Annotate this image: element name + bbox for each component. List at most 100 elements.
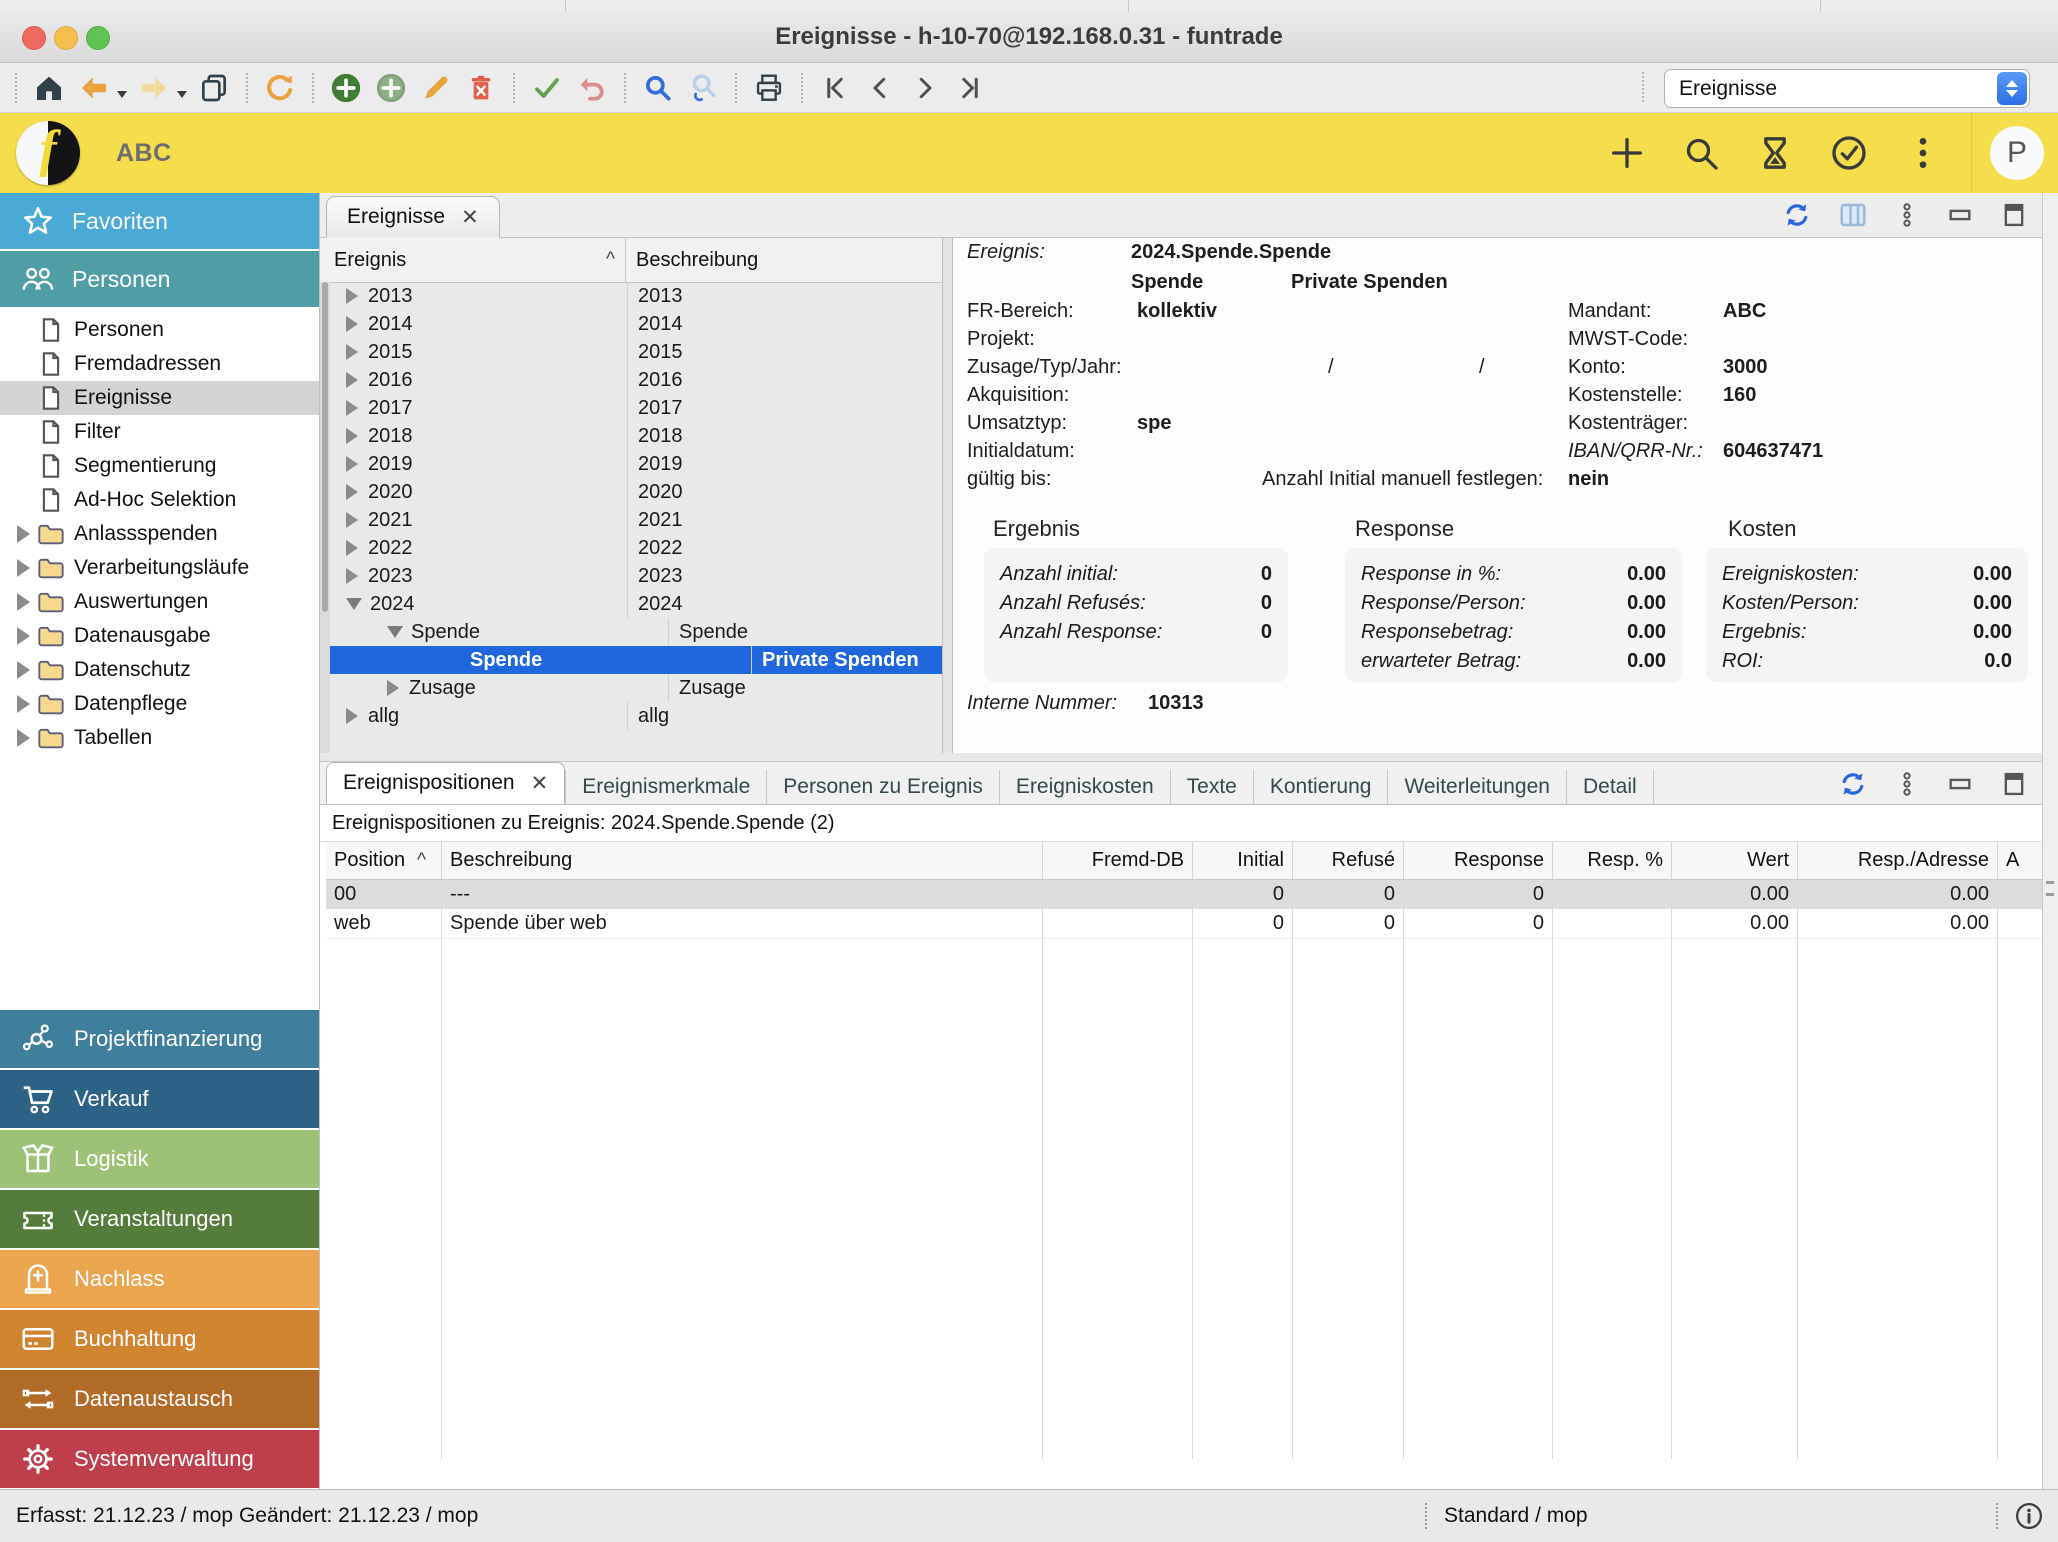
tab-ereignisse[interactable]: Ereignisse ✕ — [326, 196, 500, 238]
expand-icon[interactable] — [346, 400, 358, 416]
last-record-button[interactable] — [952, 70, 988, 106]
col-a[interactable]: A — [1998, 842, 2042, 879]
maximize-panel-button[interactable] — [2000, 201, 2028, 229]
forward-history-dropdown[interactable] — [177, 91, 187, 98]
collapse-icon[interactable] — [387, 626, 403, 638]
expand-icon[interactable] — [17, 559, 30, 577]
expand-icon[interactable] — [17, 661, 30, 679]
table-row[interactable]: web Spende über web 0 0 0 0.00 0.00 — [326, 909, 2042, 939]
sidebar-module-systemverwaltung[interactable]: Systemverwaltung — [0, 1430, 319, 1488]
tree-scrollbar[interactable] — [320, 282, 330, 753]
expand-icon[interactable] — [17, 729, 30, 747]
col-refuse[interactable]: Refusé — [1293, 842, 1404, 879]
refresh-panel-button[interactable] — [1782, 200, 1812, 230]
panel-menu-button[interactable] — [1894, 200, 1920, 230]
layout-columns-button[interactable] — [1838, 200, 1868, 230]
expand-icon[interactable] — [17, 627, 30, 645]
tree-row[interactable]: 20162016 — [320, 366, 942, 394]
duplicate-window-button[interactable] — [196, 70, 232, 106]
sidebar-module-projektfinanzierung[interactable]: Projektfinanzierung — [0, 1010, 319, 1068]
expand-icon[interactable] — [387, 680, 399, 696]
close-tab-icon[interactable]: ✕ — [461, 205, 479, 230]
sidebar-module-nachlass[interactable]: Nachlass — [0, 1250, 319, 1308]
sidebar-item-personen[interactable]: Personen — [0, 313, 319, 347]
edit-record-button[interactable] — [418, 70, 454, 106]
tree-row[interactable]: 20142014 — [320, 310, 942, 338]
user-avatar[interactable]: P — [1990, 126, 2044, 180]
window-scrollbar-rail[interactable] — [2042, 193, 2058, 1490]
sidebar-section-favoriten[interactable]: Favoriten — [0, 193, 319, 249]
tab-texte[interactable]: Texte — [1171, 770, 1254, 804]
pending-tasks-button[interactable] — [1749, 127, 1801, 179]
sidebar-item-datenschutz[interactable]: Datenschutz — [0, 653, 319, 687]
sidebar-item-tabellen[interactable]: Tabellen — [0, 721, 319, 755]
expand-icon[interactable] — [346, 344, 358, 360]
sidebar-item-segmentierung[interactable]: Segmentierung — [0, 449, 319, 483]
refresh-button[interactable] — [262, 70, 298, 106]
close-tab-icon[interactable]: ✕ — [531, 771, 549, 796]
expand-icon[interactable] — [346, 568, 358, 584]
horizontal-splitter[interactable] — [320, 753, 2042, 762]
more-menu-button[interactable] — [1897, 127, 1949, 179]
expand-icon[interactable] — [346, 484, 358, 500]
sidebar-item-filter[interactable]: Filter — [0, 415, 319, 449]
tab-ereigniskosten[interactable]: Ereigniskosten — [1000, 770, 1171, 804]
tree-row[interactable]: 20232023 — [320, 562, 942, 590]
sidebar-item-ereignisse[interactable]: Ereignisse — [0, 381, 319, 415]
expand-icon[interactable] — [346, 708, 358, 724]
sidebar-section-personen[interactable]: Personen — [0, 251, 319, 307]
col-initial[interactable]: Initial — [1193, 842, 1293, 879]
col-beschreibung[interactable]: Beschreibung — [442, 842, 1043, 879]
tree-row[interactable]: 20212021 — [320, 506, 942, 534]
tree-row-selected[interactable]: SpendePrivate Spenden — [320, 646, 942, 674]
col-resp-adresse[interactable]: Resp./Adresse — [1798, 842, 1998, 879]
expand-icon[interactable] — [17, 593, 30, 611]
sidebar-item-verarbeitungslaeufe[interactable]: Verarbeitungsläufe — [0, 551, 319, 585]
select-stepper-icon[interactable] — [1997, 72, 2027, 105]
tree-row[interactable]: ZusageZusage — [320, 674, 942, 702]
panel-menu-button[interactable] — [1894, 769, 1920, 799]
delete-record-button[interactable] — [463, 70, 499, 106]
refresh-panel-button[interactable] — [1838, 769, 1868, 799]
sidebar-item-auswertungen[interactable]: Auswertungen — [0, 585, 319, 619]
maximize-panel-button[interactable] — [2000, 770, 2028, 798]
sidebar-module-datenaustausch[interactable]: Datenaustausch — [0, 1370, 319, 1428]
sidebar-item-anlassspenden[interactable]: Anlassspenden — [0, 517, 319, 551]
sidebar-item-datenpflege[interactable]: Datenpflege — [0, 687, 319, 721]
next-record-button[interactable] — [907, 70, 943, 106]
tree-column-beschreibung[interactable]: Beschreibung — [626, 238, 942, 282]
add-button[interactable] — [1601, 127, 1653, 179]
tab-weiterleitungen[interactable]: Weiterleitungen — [1388, 770, 1567, 804]
tree-row[interactable]: 20172017 — [320, 394, 942, 422]
col-position[interactable]: Position^ — [326, 842, 442, 879]
sidebar-item-adhoc-selektion[interactable]: Ad-Hoc Selektion — [0, 483, 319, 517]
table-row[interactable]: 00 --- 0 0 0 0.00 0.00 — [326, 880, 2042, 909]
tree-row[interactable]: 20182018 — [320, 422, 942, 450]
back-button[interactable] — [76, 70, 112, 106]
sidebar-item-datenausgabe[interactable]: Datenausgabe — [0, 619, 319, 653]
previous-record-button[interactable] — [862, 70, 898, 106]
tab-ereignismerkmale[interactable]: Ereignismerkmale — [565, 770, 767, 804]
tree-row[interactable]: 20192019 — [320, 450, 942, 478]
col-wert[interactable]: Wert — [1672, 842, 1798, 879]
tree-row[interactable]: 20242024 — [320, 590, 942, 618]
col-resp-pct[interactable]: Resp. % — [1553, 842, 1672, 879]
expand-icon[interactable] — [346, 456, 358, 472]
expand-icon[interactable] — [346, 428, 358, 444]
info-button[interactable] — [2014, 1501, 2044, 1537]
tree-row[interactable]: 20202020 — [320, 478, 942, 506]
col-fremd-db[interactable]: Fremd-DB — [1043, 842, 1193, 879]
confirm-button[interactable] — [529, 70, 565, 106]
tree-row[interactable]: SpendeSpende — [320, 618, 942, 646]
context-select[interactable]: Ereignisse — [1664, 69, 2030, 108]
expand-icon[interactable] — [17, 695, 30, 713]
home-button[interactable] — [31, 70, 67, 106]
tree-row[interactable]: 20152015 — [320, 338, 942, 366]
tasks-done-button[interactable] — [1823, 127, 1875, 179]
minimize-panel-button[interactable] — [1946, 770, 1974, 798]
search-button[interactable] — [640, 70, 676, 106]
sidebar-module-verkauf[interactable]: Verkauf — [0, 1070, 319, 1128]
expand-icon[interactable] — [17, 525, 30, 543]
tab-ereignispositionen[interactable]: Ereignispositionen ✕ — [326, 762, 565, 804]
tab-personen-zu-ereignis[interactable]: Personen zu Ereignis — [767, 770, 1000, 804]
